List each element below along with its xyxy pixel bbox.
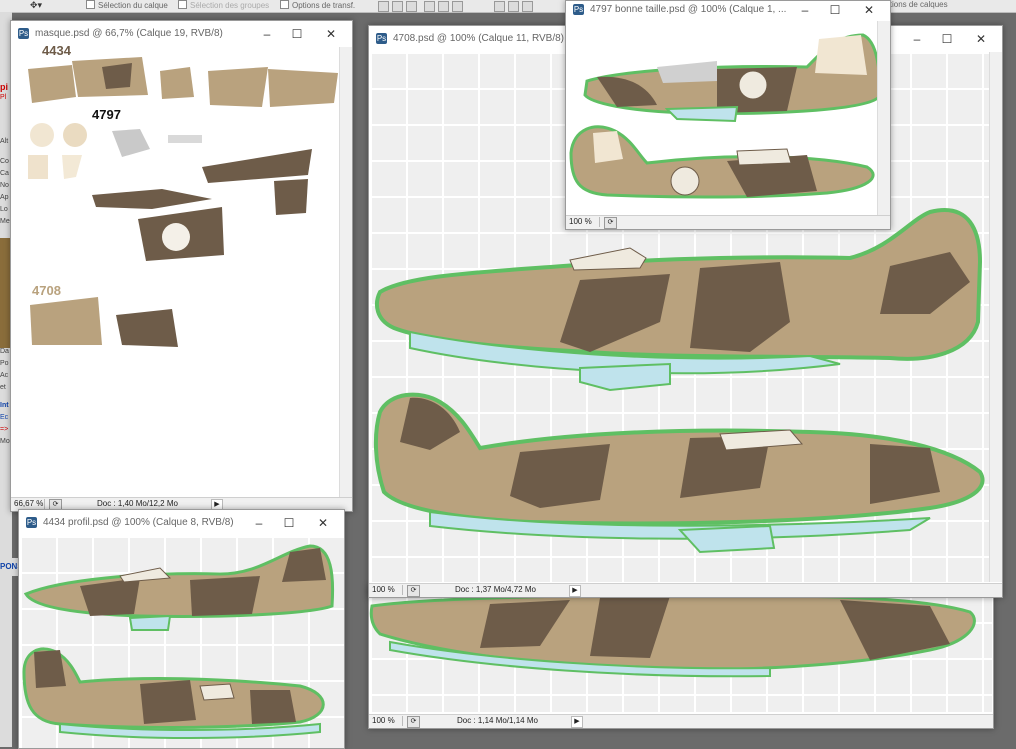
move-tool-icon[interactable]: ✥▾ — [30, 0, 42, 11]
distribute-bottom-button[interactable] — [522, 1, 533, 12]
align-left-button[interactable] — [424, 1, 435, 12]
zoom-field[interactable]: 100 % — [372, 716, 403, 726]
status-info-icon[interactable]: ⟳ — [407, 585, 420, 597]
aircraft-side-view-artwork — [22, 544, 335, 739]
document-window-4797[interactable]: Ps 4797 bonne taille.psd @ 100% (Calque … — [565, 0, 891, 230]
status-bar: 100 % ⟳ Doc : 1,37 Mo/4,72 Mo ▶ — [369, 583, 1002, 597]
status-bar: 100 % ⟳ — [566, 215, 890, 229]
status-menu-arrow-icon[interactable]: ▶ — [571, 716, 583, 728]
close-button[interactable]: ✕ — [322, 25, 340, 43]
minimize-button[interactable]: – — [796, 1, 814, 19]
zoom-field[interactable]: 100 % — [372, 585, 403, 595]
document-window-masque[interactable]: Ps masque.psd @ 66,7% (Calque 19, RVB/8)… — [10, 20, 353, 512]
document-window-4434[interactable]: Ps 4434 profil.psd @ 100% (Calque 8, RVB… — [18, 509, 345, 749]
pons-fragment: PONS — [0, 558, 23, 576]
aircraft-side-view-artwork — [369, 593, 976, 678]
canvas[interactable] — [20, 536, 344, 748]
align-right-button[interactable] — [452, 1, 463, 12]
doc-size-info: Doc : 1,14 Mo/1,14 Mo — [457, 716, 538, 725]
doc-size-info: Doc : 1,37 Mo/4,72 Mo — [455, 585, 536, 594]
close-button[interactable]: ✕ — [860, 1, 878, 19]
window-title: masque.psd @ 66,7% (Calque 19, RVB/8) — [35, 28, 223, 39]
align-top-button[interactable] — [378, 1, 389, 12]
window-title: 4797 bonne taille.psd @ 100% (Calque 1, … — [590, 4, 787, 15]
mask-pieces-artwork — [28, 57, 338, 347]
maximize-button[interactable]: ☐ — [826, 1, 844, 19]
vertical-scrollbar[interactable] — [877, 21, 890, 216]
select-groups-option[interactable]: Sélection des groupes — [178, 0, 269, 10]
align-middle-button[interactable] — [392, 1, 403, 12]
checkbox-icon[interactable] — [86, 0, 95, 9]
align-center-button[interactable] — [438, 1, 449, 12]
photoshop-icon: Ps — [573, 4, 584, 15]
checkbox-icon[interactable] — [280, 0, 289, 9]
status-info-icon[interactable]: ⟳ — [407, 716, 420, 728]
status-info-icon[interactable]: ⟳ — [604, 217, 617, 229]
zoom-field[interactable]: 100 % — [569, 217, 600, 227]
photoshop-icon: Ps — [376, 33, 387, 44]
photoshop-icon: Ps — [26, 517, 37, 528]
minimize-button[interactable]: – — [908, 30, 926, 48]
maximize-button[interactable]: ☐ — [288, 25, 306, 43]
distribute-top-button[interactable] — [494, 1, 505, 12]
select-layer-option[interactable]: Sélection du calque — [86, 0, 168, 10]
document-window-background[interactable]: 100 % ⟳ Doc : 1,14 Mo/1,14 Mo ▶ — [368, 585, 994, 729]
maximize-button[interactable]: ☐ — [938, 30, 956, 48]
photoshop-icon: Ps — [18, 28, 29, 39]
status-bar: 100 % ⟳ Doc : 1,14 Mo/1,14 Mo ▶ — [369, 714, 993, 728]
zoom-field[interactable]: 66,67 % — [14, 499, 45, 509]
vertical-scrollbar[interactable] — [989, 52, 1002, 582]
canvas[interactable]: 4434 4797 4708 — [12, 43, 340, 498]
window-title: 4708.psd @ 100% (Calque 11, RVB/8) — [393, 33, 564, 44]
close-button[interactable]: ✕ — [972, 30, 990, 48]
close-button[interactable]: ✕ — [314, 514, 332, 532]
title-bar[interactable]: Ps 4434 profil.psd @ 100% (Calque 8, RVB… — [19, 510, 344, 536]
window-title: 4434 profil.psd @ 100% (Calque 8, RVB/8) — [43, 517, 234, 528]
aircraft-side-view-artwork — [569, 33, 881, 199]
status-menu-arrow-icon[interactable]: ▶ — [569, 585, 581, 597]
checkbox-icon[interactable] — [178, 0, 187, 9]
distribute-middle-button[interactable] — [508, 1, 519, 12]
transform-options-option[interactable]: Options de transf. — [280, 0, 355, 10]
align-bottom-button[interactable] — [406, 1, 417, 12]
canvas[interactable] — [567, 21, 881, 216]
doc-size-info: Doc : 1,40 Mo/12,2 Mo — [97, 499, 178, 508]
vertical-scrollbar[interactable] — [339, 47, 352, 498]
title-bar[interactable]: Ps 4797 bonne taille.psd @ 100% (Calque … — [566, 1, 890, 21]
layer-positions-label: sitions de calques — [884, 0, 948, 9]
minimize-button[interactable]: – — [250, 514, 268, 532]
canvas[interactable] — [369, 586, 992, 712]
minimize-button[interactable]: – — [258, 25, 276, 43]
maximize-button[interactable]: ☐ — [280, 514, 298, 532]
